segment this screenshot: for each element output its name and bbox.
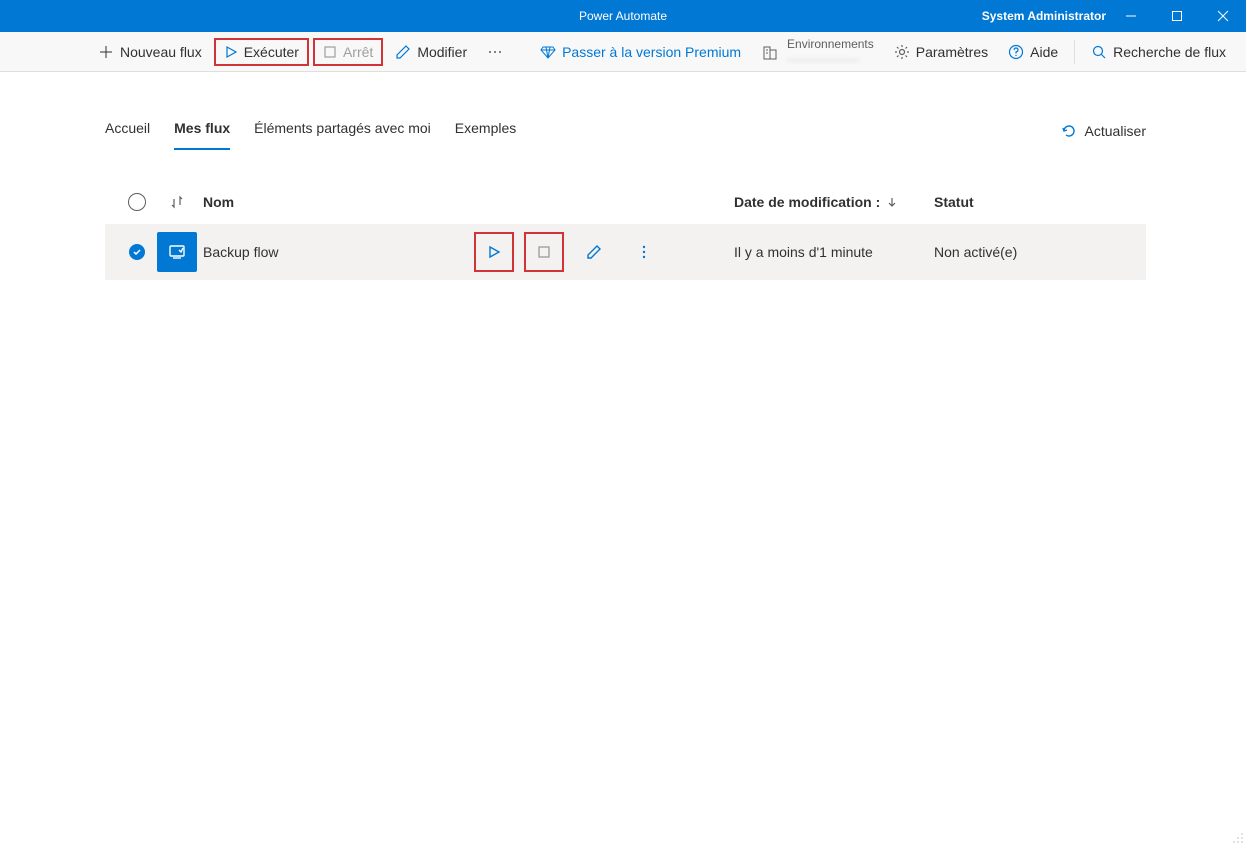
new-flow-label: Nouveau flux [120, 44, 202, 60]
row-status: Non activé(e) [934, 244, 1134, 260]
search-icon [1091, 44, 1107, 60]
tab-shared[interactable]: Éléments partagés avec moi [254, 112, 431, 150]
modify-button[interactable]: Modifier [387, 40, 475, 64]
refresh-label: Actualiser [1085, 123, 1146, 139]
resize-grip[interactable] [1232, 832, 1244, 844]
row-edit-button[interactable] [574, 232, 614, 272]
more-button[interactable] [479, 40, 511, 64]
separator [1074, 40, 1075, 64]
diamond-icon [540, 44, 556, 60]
stop-icon [537, 245, 551, 259]
gear-icon [894, 44, 910, 60]
table-header: Nom Date de modification : Statut [105, 180, 1146, 224]
toolbar: Nouveau flux Exécuter Arrêt Modifier Pas… [0, 32, 1246, 72]
refresh-button[interactable]: Actualiser [1061, 123, 1146, 139]
tab-my-flows[interactable]: Mes flux [174, 112, 230, 150]
window-controls [1108, 0, 1246, 32]
user-name[interactable]: System Administrator [982, 9, 1106, 23]
select-all-checkbox[interactable] [117, 193, 157, 211]
stop-label: Arrêt [343, 44, 373, 60]
premium-label: Passer à la version Premium [562, 44, 741, 60]
env-value: —————— [787, 52, 874, 66]
sort-down-icon [886, 196, 898, 208]
premium-button[interactable]: Passer à la version Premium [532, 40, 749, 64]
content: Accueil Mes flux Éléments partagés avec … [0, 72, 1246, 280]
row-modified: Il y a moins d'1 minute [734, 244, 934, 260]
row-checkbox[interactable] [117, 244, 157, 260]
pencil-icon [586, 244, 602, 260]
maximize-button[interactable] [1154, 0, 1200, 32]
execute-button[interactable]: Exécuter [214, 38, 309, 66]
stop-icon [323, 45, 337, 59]
minimize-button[interactable] [1108, 0, 1154, 32]
building-icon [761, 43, 779, 61]
column-modified[interactable]: Date de modification : [734, 194, 934, 210]
environment-selector[interactable]: Environnements —————— [753, 37, 882, 66]
question-icon [1008, 44, 1024, 60]
row-execute-button[interactable] [474, 232, 514, 272]
execute-label: Exécuter [244, 44, 299, 60]
help-label: Aide [1030, 44, 1058, 60]
env-label: Environnements [787, 37, 874, 51]
settings-button[interactable]: Paramètres [886, 40, 996, 64]
search-button[interactable]: Recherche de flux [1083, 40, 1234, 64]
title-bar: Power Automate System Administrator [0, 0, 1246, 32]
play-icon [224, 45, 238, 59]
flow-type-icon [157, 232, 197, 272]
settings-label: Paramètres [916, 44, 988, 60]
app-title: Power Automate [579, 9, 667, 23]
ellipsis-vertical-icon [636, 244, 652, 260]
help-button[interactable]: Aide [1000, 40, 1066, 64]
tab-home[interactable]: Accueil [105, 112, 150, 150]
refresh-icon [1061, 123, 1077, 139]
flow-name[interactable]: Backup flow [197, 244, 474, 260]
row-more-button[interactable] [624, 232, 664, 272]
close-button[interactable] [1200, 0, 1246, 32]
modify-label: Modifier [417, 44, 467, 60]
ellipsis-icon [487, 44, 503, 60]
tab-examples[interactable]: Exemples [455, 112, 516, 150]
sort-icon[interactable] [157, 194, 197, 210]
tabs: Accueil Mes flux Éléments partagés avec … [105, 112, 516, 150]
row-stop-button[interactable] [524, 232, 564, 272]
pencil-icon [395, 44, 411, 60]
column-name[interactable]: Nom [197, 194, 474, 210]
stop-button[interactable]: Arrêt [313, 38, 383, 66]
plus-icon [98, 44, 114, 60]
play-icon [487, 245, 501, 259]
search-label: Recherche de flux [1113, 44, 1226, 60]
table-row[interactable]: Backup flow Il y a moins d'1 minute Non … [105, 224, 1146, 280]
column-status[interactable]: Statut [934, 194, 1134, 210]
new-flow-button[interactable]: Nouveau flux [90, 40, 210, 64]
